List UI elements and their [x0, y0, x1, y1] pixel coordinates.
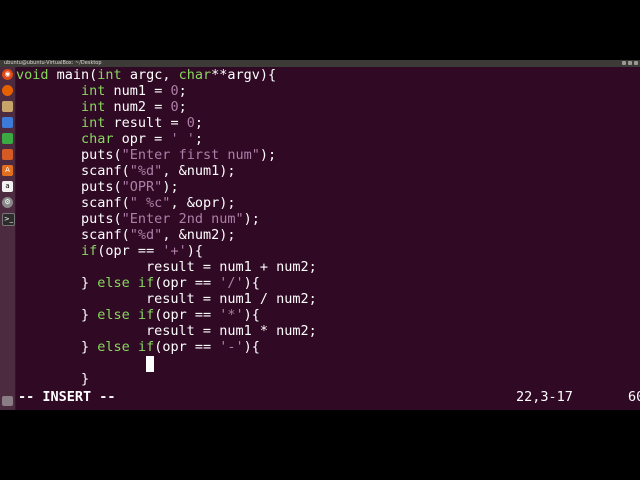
code-line-11: scanf("%d", &num2);	[16, 227, 236, 243]
code-line-20: }	[16, 371, 90, 387]
letterbox-top	[0, 0, 640, 60]
ubuntu-dash-icon[interactable]: ◉	[2, 69, 13, 80]
code-line-2: int num1 = 0;	[81, 83, 187, 99]
writer-icon[interactable]	[2, 117, 13, 128]
code-line-14: } else if(opr == '/'){	[16, 275, 260, 291]
settings-icon[interactable]: ⚙	[2, 197, 13, 208]
code-line-7: scanf("%d", &num1);	[16, 163, 236, 179]
code-line-9: scanf(" %c", &opr);	[16, 195, 236, 211]
code-line-18: } else if(opr == '-'){	[16, 339, 260, 355]
text-cursor	[146, 356, 154, 372]
system-tray	[622, 60, 638, 65]
terminal-icon[interactable]: >_	[2, 213, 15, 226]
code-line-12: if(opr == '+'){	[81, 243, 203, 259]
desktop-screen: ubuntu@ubuntu-VirtualBox: ~/Desktop ◉ A …	[0, 60, 640, 410]
impress-icon[interactable]	[2, 149, 13, 160]
code-line-3: int num2 = 0;	[81, 99, 187, 115]
code-line-13: result = num1 + num2;	[16, 259, 317, 275]
code-line-6: puts("Enter first num");	[16, 147, 277, 163]
cursor-position: 22,3-17	[516, 389, 573, 405]
software-center-icon[interactable]: A	[2, 165, 13, 176]
window-title: ubuntu@ubuntu-VirtualBox: ~/Desktop	[4, 60, 102, 66]
network-icon[interactable]	[622, 61, 626, 65]
vim-mode-indicator: -- INSERT --	[18, 389, 116, 405]
code-line-5: char opr = ' ';	[81, 131, 203, 147]
trash-icon[interactable]	[2, 396, 13, 406]
top-panel: ubuntu@ubuntu-VirtualBox: ~/Desktop	[0, 60, 640, 67]
code-line-17: result = num1 * num2;	[16, 323, 317, 339]
code-line-10: puts("Enter 2nd num");	[16, 211, 260, 227]
letterbox-bottom	[0, 410, 640, 480]
vim-editor[interactable]: void main(int argc, char**argv){ int num…	[16, 67, 640, 410]
sound-icon[interactable]	[628, 61, 632, 65]
files-icon[interactable]	[2, 101, 13, 112]
code-line-8: puts("OPR");	[16, 179, 179, 195]
power-icon[interactable]	[634, 61, 638, 65]
unity-launcher: ◉ A a ⚙ >_	[0, 67, 16, 410]
code-line-4: int result = 0;	[81, 115, 203, 131]
scroll-percent: 60	[628, 389, 640, 405]
code-line-15: result = num1 / num2;	[16, 291, 317, 307]
code-line-1: void main(int argc, char**argv){	[16, 67, 277, 83]
amazon-icon[interactable]: a	[2, 181, 13, 192]
code-line-16: } else if(opr == '*'){	[16, 307, 260, 323]
firefox-icon[interactable]	[2, 85, 13, 96]
calc-icon[interactable]	[2, 133, 13, 144]
